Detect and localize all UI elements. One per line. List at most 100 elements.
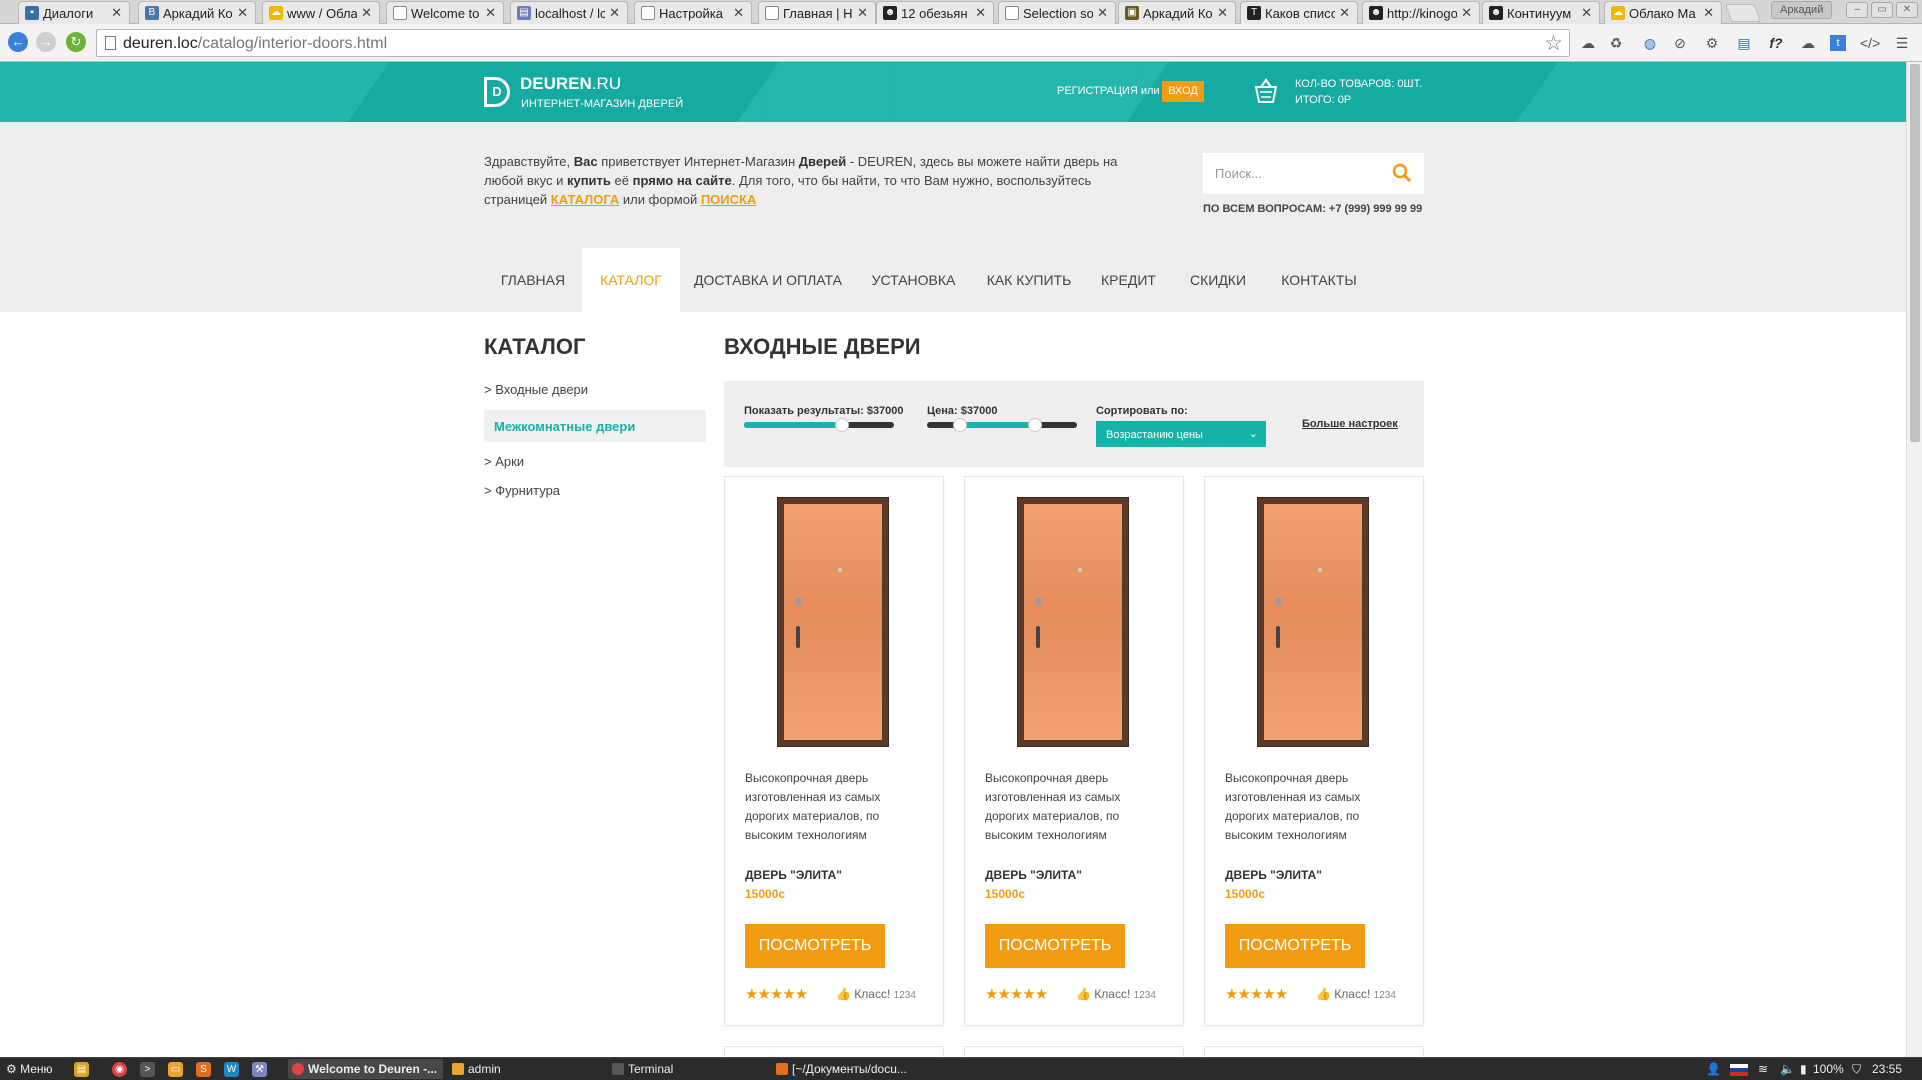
browser-tab[interactable]: ☁ www / Обла ✕ (262, 1, 380, 24)
nav-item-home[interactable]: ГЛАВНАЯ (484, 248, 582, 312)
sidebar-item-hardware[interactable]: > Фурнитура (484, 483, 560, 498)
sidebar-item-arches[interactable]: > Арки (484, 454, 524, 469)
browser-tab[interactable]: Настройка ✕ (634, 1, 752, 24)
sidebar-item-interior-doors[interactable]: Межкомнатные двери (484, 410, 706, 442)
extension-new-icon[interactable]: ▤ (1734, 33, 1754, 53)
sublime-launcher-icon[interactable]: S (196, 1062, 211, 1077)
results-slider-handle[interactable] (834, 418, 849, 432)
view-product-button[interactable]: ПОСМОТРЕТЬ (1225, 924, 1365, 968)
tab-close-icon[interactable]: ✕ (1461, 5, 1472, 21)
tab-close-icon[interactable]: ✕ (975, 5, 986, 21)
browser-tab[interactable]: ☻ Континуум ✕ (1482, 1, 1600, 24)
cart-basket-icon[interactable] (1254, 78, 1278, 104)
close-window-icon[interactable]: ✕ (1896, 2, 1918, 18)
nav-item-discounts[interactable]: СКИДКИ (1170, 248, 1266, 312)
tab-close-icon[interactable]: ✕ (1703, 5, 1714, 21)
nav-item-catalog[interactable]: КАТАЛОГ (582, 248, 680, 312)
nav-item-contacts[interactable]: КОНТАКТЫ (1266, 248, 1372, 312)
nav-item-installation[interactable]: УСТАНОВКА (856, 248, 971, 312)
scrollbar-thumb[interactable] (1910, 64, 1920, 442)
browser-tab[interactable]: ☻ http://kinogo ✕ (1362, 1, 1480, 24)
browser-tab[interactable]: T Каков списо ✕ (1240, 1, 1358, 24)
taskbar-window-admin[interactable]: admin (448, 1059, 507, 1079)
like-button[interactable]: 👍 Класс! 1234 (836, 987, 916, 1001)
tab-close-icon[interactable]: ✕ (733, 5, 744, 21)
profile-button[interactable]: Аркадий (1771, 1, 1833, 19)
logo-text[interactable]: DEUREN.RU (520, 74, 621, 94)
browser-menu-icon[interactable]: ☰ (1892, 33, 1912, 53)
nav-item-how-to-buy[interactable]: КАК КУПИТЬ (971, 248, 1087, 312)
browser-tab[interactable]: Welcome to ✕ (386, 1, 504, 24)
extension-t-icon[interactable]: t (1830, 35, 1846, 51)
browser-tab[interactable]: ☁ Облако Ма ✕ (1604, 1, 1722, 24)
extension-block-icon[interactable]: ⊘ (1670, 33, 1690, 53)
door-image[interactable] (777, 497, 889, 747)
login-button[interactable]: ВХОД (1162, 81, 1204, 102)
door-image[interactable] (1017, 497, 1129, 747)
files-launcher-icon[interactable]: ▤ (74, 1062, 89, 1077)
taskbar-window-editor[interactable]: [~/Документы/docu... (772, 1059, 913, 1079)
reload-icon[interactable]: ↻ (66, 32, 86, 52)
view-product-button[interactable]: ПОСМОТРЕТЬ (985, 924, 1125, 968)
rating-stars[interactable]: ★★★★★ (985, 985, 1048, 1003)
sidebar-item-entrance-doors[interactable]: > Входные двери (484, 382, 588, 397)
product-name[interactable]: ДВЕРЬ "ЭЛИТА" (985, 868, 1082, 882)
page-scrollbar[interactable] (1906, 62, 1922, 1057)
tab-close-icon[interactable]: ✕ (1581, 5, 1592, 21)
rating-stars[interactable]: ★★★★★ (1225, 985, 1288, 1003)
folder-launcher-icon[interactable]: ▭ (168, 1062, 183, 1077)
bookmark-star-icon[interactable]: ☆ (1544, 31, 1563, 56)
search-input[interactable] (1203, 153, 1383, 194)
search-link[interactable]: ПОИСКА (701, 192, 757, 207)
taskbar-window-terminal[interactable]: Terminal (608, 1059, 679, 1079)
tab-close-icon[interactable]: ✕ (237, 5, 248, 21)
tab-close-icon[interactable]: ✕ (1217, 5, 1228, 21)
keyboard-layout-flag-icon[interactable] (1730, 1064, 1748, 1076)
extension-globe-icon[interactable]: ◍ (1640, 33, 1660, 53)
rating-stars[interactable]: ★★★★★ (745, 985, 808, 1003)
like-button[interactable]: 👍 Класс! 1234 (1316, 987, 1396, 1001)
tab-close-icon[interactable]: ✕ (361, 5, 372, 21)
nav-item-credit[interactable]: КРЕДИТ (1087, 248, 1170, 312)
search-icon[interactable] (1392, 163, 1412, 183)
browser-tab[interactable]: ▪ Диалоги ✕ (18, 1, 130, 24)
tab-close-icon[interactable]: ✕ (609, 5, 620, 21)
user-tray-icon[interactable]: 👤 (1706, 1062, 1721, 1076)
extension-cloud-icon[interactable]: ☁ (1578, 33, 1598, 53)
price-slider-handle-max[interactable] (1028, 418, 1042, 432)
price-slider-handle-min[interactable] (953, 418, 967, 432)
maximize-icon[interactable]: ▭ (1871, 2, 1893, 18)
extension-cloud-upload-icon[interactable]: ☁ (1798, 33, 1818, 53)
tab-close-icon[interactable]: ✕ (111, 5, 122, 21)
extension-recycle-icon[interactable]: ♻ (1606, 33, 1626, 53)
register-link[interactable]: РЕГИСТРАЦИЯ или (1057, 85, 1160, 97)
settings-gear-icon[interactable]: ⚙ (1702, 33, 1722, 53)
browser-tab[interactable]: ▤ localhost / lc ✕ (510, 1, 628, 24)
battery-icon[interactable]: ▮ (1800, 1062, 1807, 1076)
browser-tab[interactable]: В Аркадий Ко ✕ (138, 1, 256, 24)
shield-icon[interactable]: ⛉ (1852, 1062, 1861, 1077)
webstorm-launcher-icon[interactable]: W (224, 1062, 239, 1077)
browser-tab[interactable]: ☻ 12 обезьян ✕ (876, 1, 994, 24)
extension-code-icon[interactable]: </> (1860, 33, 1880, 53)
volume-icon[interactable]: 🔈 (1780, 1062, 1795, 1076)
tab-close-icon[interactable]: ✕ (1339, 5, 1350, 21)
price-slider[interactable] (927, 418, 1077, 432)
wifi-icon[interactable]: ≋ (1758, 1062, 1768, 1076)
forward-arrow-icon[interactable]: → (36, 32, 56, 52)
door-image[interactable] (1257, 497, 1369, 747)
browser-tab[interactable]: Главная | Н ✕ (758, 1, 876, 24)
logo-icon[interactable]: D (484, 77, 510, 107)
like-button[interactable]: 👍 Класс! 1234 (1076, 987, 1156, 1001)
start-menu-button[interactable]: ⚙ Меню (6, 1062, 53, 1076)
browser-tab[interactable]: Selection so ✕ (998, 1, 1116, 24)
sort-select[interactable]: Возрастанию цены ⌄ (1096, 421, 1266, 447)
back-arrow-icon[interactable]: ← (8, 32, 28, 52)
address-bar[interactable]: deuren.loc/catalog/interior-doors.html ☆ (96, 29, 1570, 57)
product-name[interactable]: ДВЕРЬ "ЭЛИТА" (745, 868, 842, 882)
browser-tab[interactable]: ▣ Аркадий Ко ✕ (1118, 1, 1236, 24)
clock[interactable]: 23:55 (1872, 1062, 1902, 1076)
tab-close-icon[interactable]: ✕ (857, 5, 868, 21)
extension-formula-icon[interactable]: f? (1766, 33, 1786, 53)
tools-launcher-icon[interactable]: ⚒ (252, 1062, 267, 1077)
